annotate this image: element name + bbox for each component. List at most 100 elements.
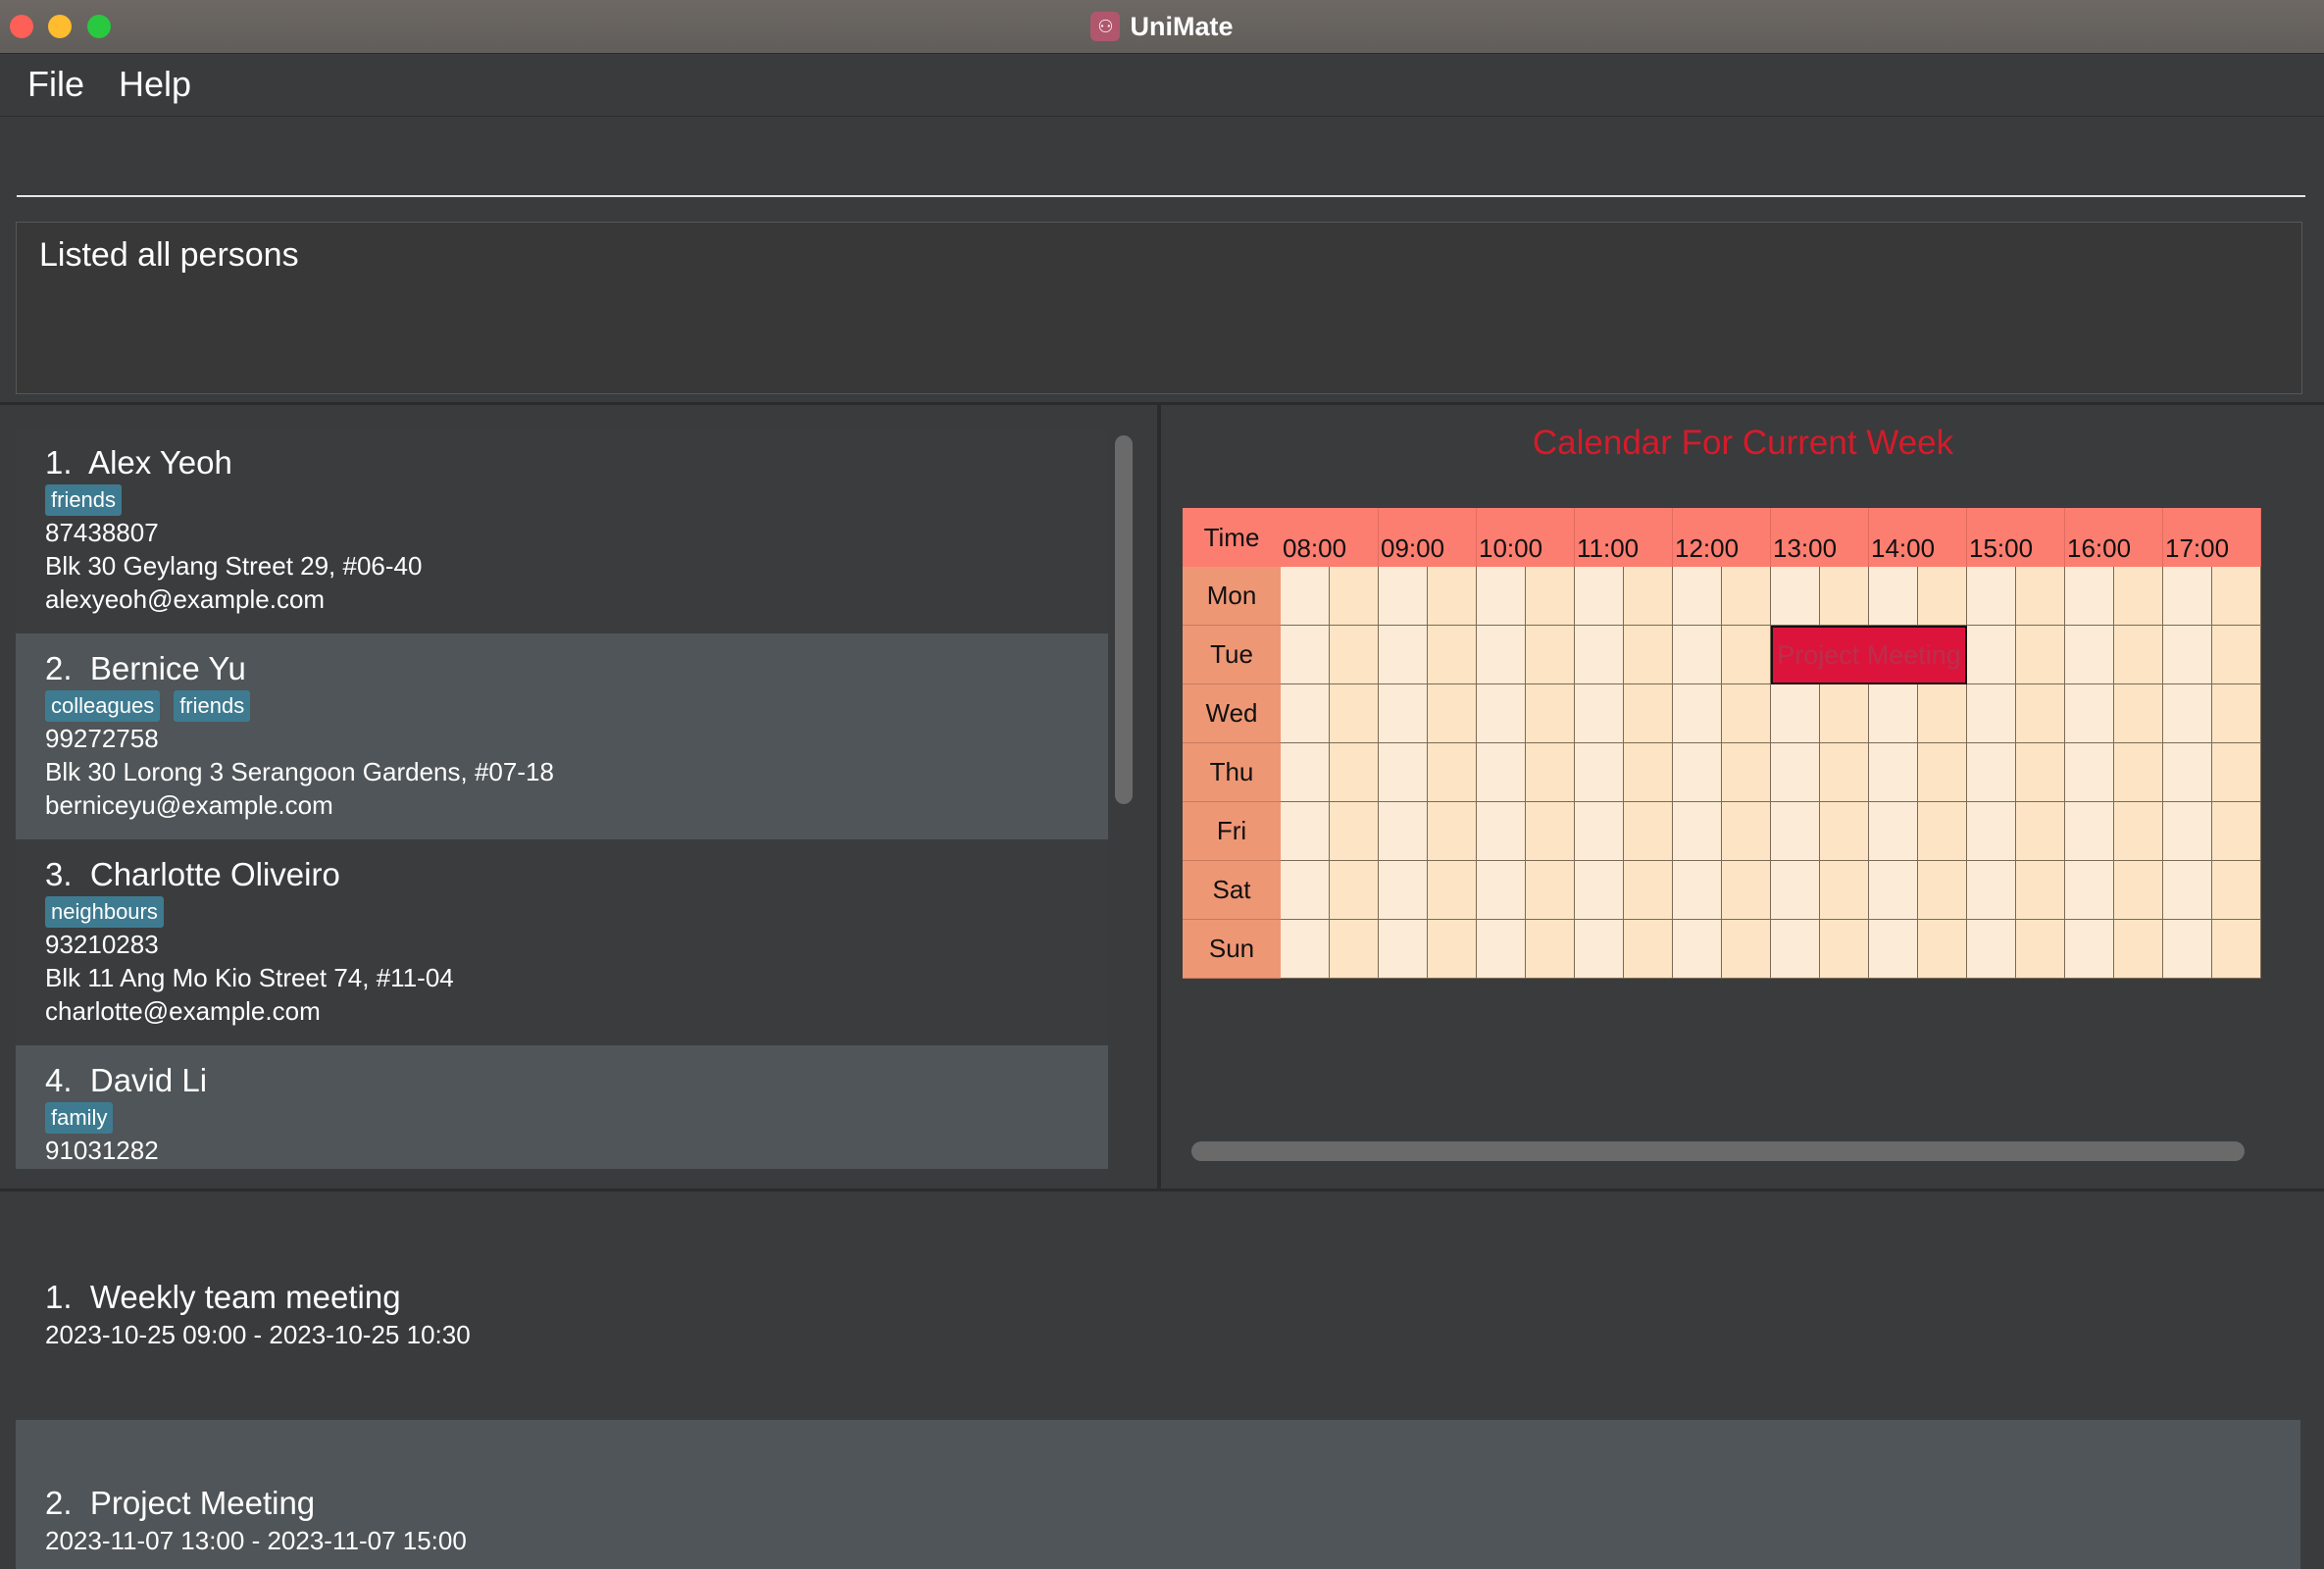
time-slot <box>1918 567 1967 626</box>
time-slot <box>1673 684 1722 743</box>
event-card[interactable]: 2. Project Meeting 2023-11-07 13:00 - 20… <box>16 1420 2300 1569</box>
time-slot <box>2065 802 2114 861</box>
time-slot <box>1575 626 1624 684</box>
time-slot <box>1967 567 2016 626</box>
time-slot <box>1379 626 1428 684</box>
time-slot <box>2212 802 2261 861</box>
tag: colleagues <box>45 690 161 722</box>
time-slot <box>2065 920 2114 979</box>
calendar-title: Calendar For Current Week <box>1532 424 1954 462</box>
time-slot <box>1624 626 1673 684</box>
time-slot <box>1918 802 1967 861</box>
time-slot <box>1820 684 1869 743</box>
person-card[interactable]: 2. Bernice Yu colleagues friends 9927275… <box>16 633 1108 839</box>
time-slot <box>1526 626 1575 684</box>
time-slot <box>2212 861 2261 920</box>
time-slot <box>1967 920 2016 979</box>
tag: friends <box>174 690 251 722</box>
time-slot <box>1575 567 1624 626</box>
time-slot <box>1820 920 1869 979</box>
time-slot <box>1281 743 1330 802</box>
time-slot <box>2065 743 2114 802</box>
time-slot <box>1477 567 1526 626</box>
time-slot <box>1722 743 1771 802</box>
time-slot <box>1673 567 1722 626</box>
time-slot <box>1624 743 1673 802</box>
time-slot <box>1575 802 1624 861</box>
person-email: berniceyu@example.com <box>45 790 333 820</box>
time-slot <box>1967 684 2016 743</box>
time-slot <box>2016 567 2065 626</box>
time-slot <box>2065 567 2114 626</box>
time-slot <box>1379 802 1428 861</box>
time-slot <box>1869 684 1918 743</box>
event-list[interactable]: 1. Weekly team meeting 2023-10-25 09:00 … <box>16 1214 2300 1569</box>
time-slot <box>1722 684 1771 743</box>
event-card[interactable]: 1. Weekly team meeting 2023-10-25 09:00 … <box>16 1214 2300 1420</box>
time-slot <box>1428 567 1477 626</box>
person-list-scrollbar[interactable] <box>1115 435 1133 804</box>
time-slot <box>2016 802 2065 861</box>
time-slot <box>2016 743 2065 802</box>
hour-header: 15:00 <box>1967 508 2065 567</box>
time-slot <box>1575 743 1624 802</box>
menu-help[interactable]: Help <box>119 64 191 105</box>
command-input[interactable] <box>17 136 2305 197</box>
time-slot <box>1428 684 1477 743</box>
calendar-event[interactable]: Project Meeting <box>1771 626 1967 684</box>
day-label: Tue <box>1183 626 1281 684</box>
person-list[interactable]: 1. Alex Yeoh friends 87438807 Blk 30 Gey… <box>16 428 1108 1169</box>
person-email: alexyeoh@example.com <box>45 584 326 614</box>
time-slot <box>1281 626 1330 684</box>
time-slot <box>1379 684 1428 743</box>
time-slot <box>1428 626 1477 684</box>
panel-divider[interactable] <box>1157 404 1161 1189</box>
time-slot <box>1477 802 1526 861</box>
person-card[interactable]: 4. David Li family 91031282 <box>16 1045 1108 1169</box>
time-slot <box>2212 626 2261 684</box>
time-slot <box>1820 861 1869 920</box>
time-slot <box>2114 684 2163 743</box>
time-slot <box>1820 567 1869 626</box>
event-name: 2. Project Meeting <box>45 1485 316 1521</box>
time-slot <box>1624 567 1673 626</box>
tag: family <box>45 1102 114 1134</box>
time-slot <box>2114 626 2163 684</box>
time-slot <box>2065 861 2114 920</box>
person-card[interactable]: 1. Alex Yeoh friends 87438807 Blk 30 Gey… <box>16 428 1108 633</box>
divider <box>0 1189 2324 1191</box>
time-slot <box>2163 743 2212 802</box>
time-slot <box>1869 743 1918 802</box>
time-slot <box>2163 626 2212 684</box>
time-slot <box>2114 920 2163 979</box>
time-slot <box>1624 920 1673 979</box>
time-slot <box>1967 861 2016 920</box>
time-slot <box>1526 861 1575 920</box>
time-slot <box>2016 626 2065 684</box>
time-slot <box>1526 684 1575 743</box>
time-slot <box>1771 743 1820 802</box>
menu-file[interactable]: File <box>27 64 84 105</box>
time-slot <box>1967 626 2016 684</box>
time-slot <box>2163 684 2212 743</box>
person-card[interactable]: 3. Charlotte Oliveiro neighbours 9321028… <box>16 839 1108 1045</box>
time-slot <box>2016 684 2065 743</box>
time-slot <box>1575 684 1624 743</box>
time-slot <box>1526 743 1575 802</box>
time-slot <box>1967 743 2016 802</box>
hour-header: 14:00 <box>1869 508 1967 567</box>
divider <box>0 402 2324 405</box>
person-name: 3. Charlotte Oliveiro <box>45 856 340 892</box>
time-slot <box>1526 920 1575 979</box>
calendar-scrollbar[interactable] <box>1191 1141 2245 1161</box>
time-slot <box>1771 684 1820 743</box>
time-slot <box>1330 626 1379 684</box>
time-slot <box>1771 802 1820 861</box>
time-slot <box>1869 567 1918 626</box>
time-slot <box>1624 861 1673 920</box>
time-slot <box>1918 743 1967 802</box>
day-label: Fri <box>1183 802 1281 861</box>
time-slot <box>1526 802 1575 861</box>
time-slot <box>1869 920 1918 979</box>
hour-header: 09:00 <box>1379 508 1477 567</box>
